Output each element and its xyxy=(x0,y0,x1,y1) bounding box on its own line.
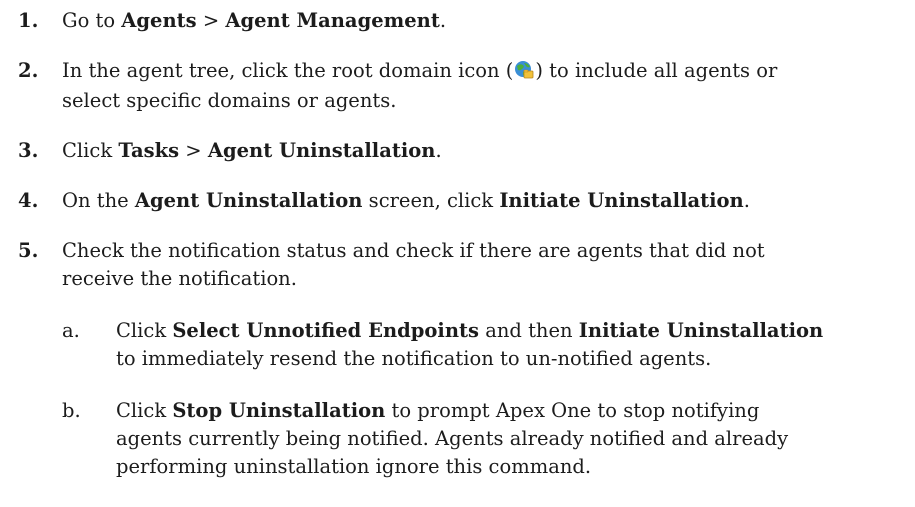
step-text: Click Tasks > Agent Uninstallation. xyxy=(62,136,908,166)
text-run: On the xyxy=(62,189,135,212)
text-run: . xyxy=(435,139,442,162)
substep-letter: a. xyxy=(62,319,80,342)
button-initiate-uninstallation: Initiate Uninstallation xyxy=(578,319,824,342)
step-text-line2: select specific domains or agents. xyxy=(62,89,397,112)
substep-text: Click Select Unnotified Endpoints and th… xyxy=(116,316,911,346)
text-run: screen, click xyxy=(362,189,500,212)
step-text: Go to Agents > Agent Management. xyxy=(62,6,908,36)
step-text: In the agent tree, click the root domain… xyxy=(62,56,908,86)
step-number: 4. xyxy=(18,189,39,212)
substep-text-line3: performing uninstallation ignore this co… xyxy=(116,455,592,478)
menu-agents: Agents xyxy=(121,9,197,32)
text-run: Click xyxy=(116,399,173,422)
menu-agent-management: Agent Management xyxy=(225,9,440,32)
text-run: In the agent tree, click the root domain… xyxy=(62,59,514,82)
step-text-line2: receive the notification. xyxy=(62,267,297,290)
substep-text-line2: agents currently being notified. Agents … xyxy=(116,427,789,450)
button-initiate-uninstallation: Initiate Uninstallation xyxy=(499,189,744,212)
text-run: Click xyxy=(116,319,173,342)
menu-agent-uninstallation: Agent Uninstallation xyxy=(207,139,436,162)
step-number: 2. xyxy=(18,59,39,82)
text-run: . xyxy=(439,9,447,32)
step-text: Check the notification status and check … xyxy=(62,239,765,262)
step-number: 3. xyxy=(18,139,39,162)
substep-letter: b. xyxy=(62,399,81,422)
text-run: Click xyxy=(62,139,119,162)
screen-agent-uninstallation: Agent Uninstallation xyxy=(134,189,363,212)
text-run: . xyxy=(743,189,750,212)
button-stop-uninstallation: Stop Uninstallation xyxy=(172,399,386,422)
step-number: 1. xyxy=(18,9,39,32)
root-domain-globe-icon xyxy=(515,61,534,79)
step-number: 5. xyxy=(18,239,39,262)
text-run: ) to include all agents or xyxy=(535,59,778,82)
step-text: On the Agent Uninstallation screen, clic… xyxy=(62,186,908,216)
button-select-unnotified-endpoints: Select Unnotified Endpoints xyxy=(172,319,479,342)
text-run: Go to xyxy=(62,9,122,32)
substep-text: Click Stop Uninstallation to prompt Apex… xyxy=(116,396,911,426)
text-run: and then xyxy=(479,319,579,342)
text-run: to prompt Apex One to stop notifying xyxy=(385,399,760,422)
text-run: > xyxy=(179,139,208,162)
substep-text-line2: to immediately resend the notification t… xyxy=(116,347,712,370)
text-run: > xyxy=(196,9,226,32)
menu-tasks: Tasks xyxy=(118,139,180,162)
